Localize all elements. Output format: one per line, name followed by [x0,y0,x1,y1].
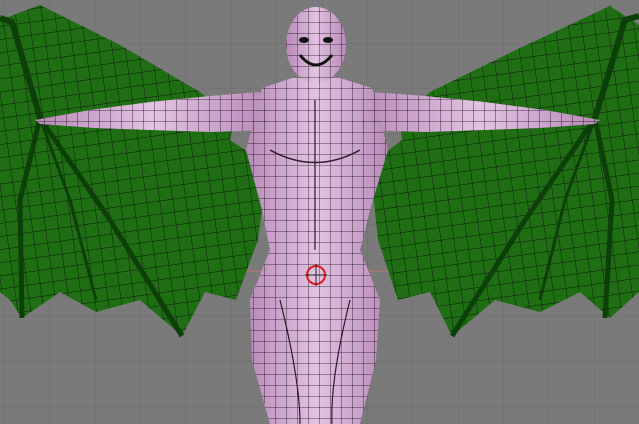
viewport-canvas[interactable] [0,0,639,424]
3d-viewport[interactable] [0,0,639,424]
